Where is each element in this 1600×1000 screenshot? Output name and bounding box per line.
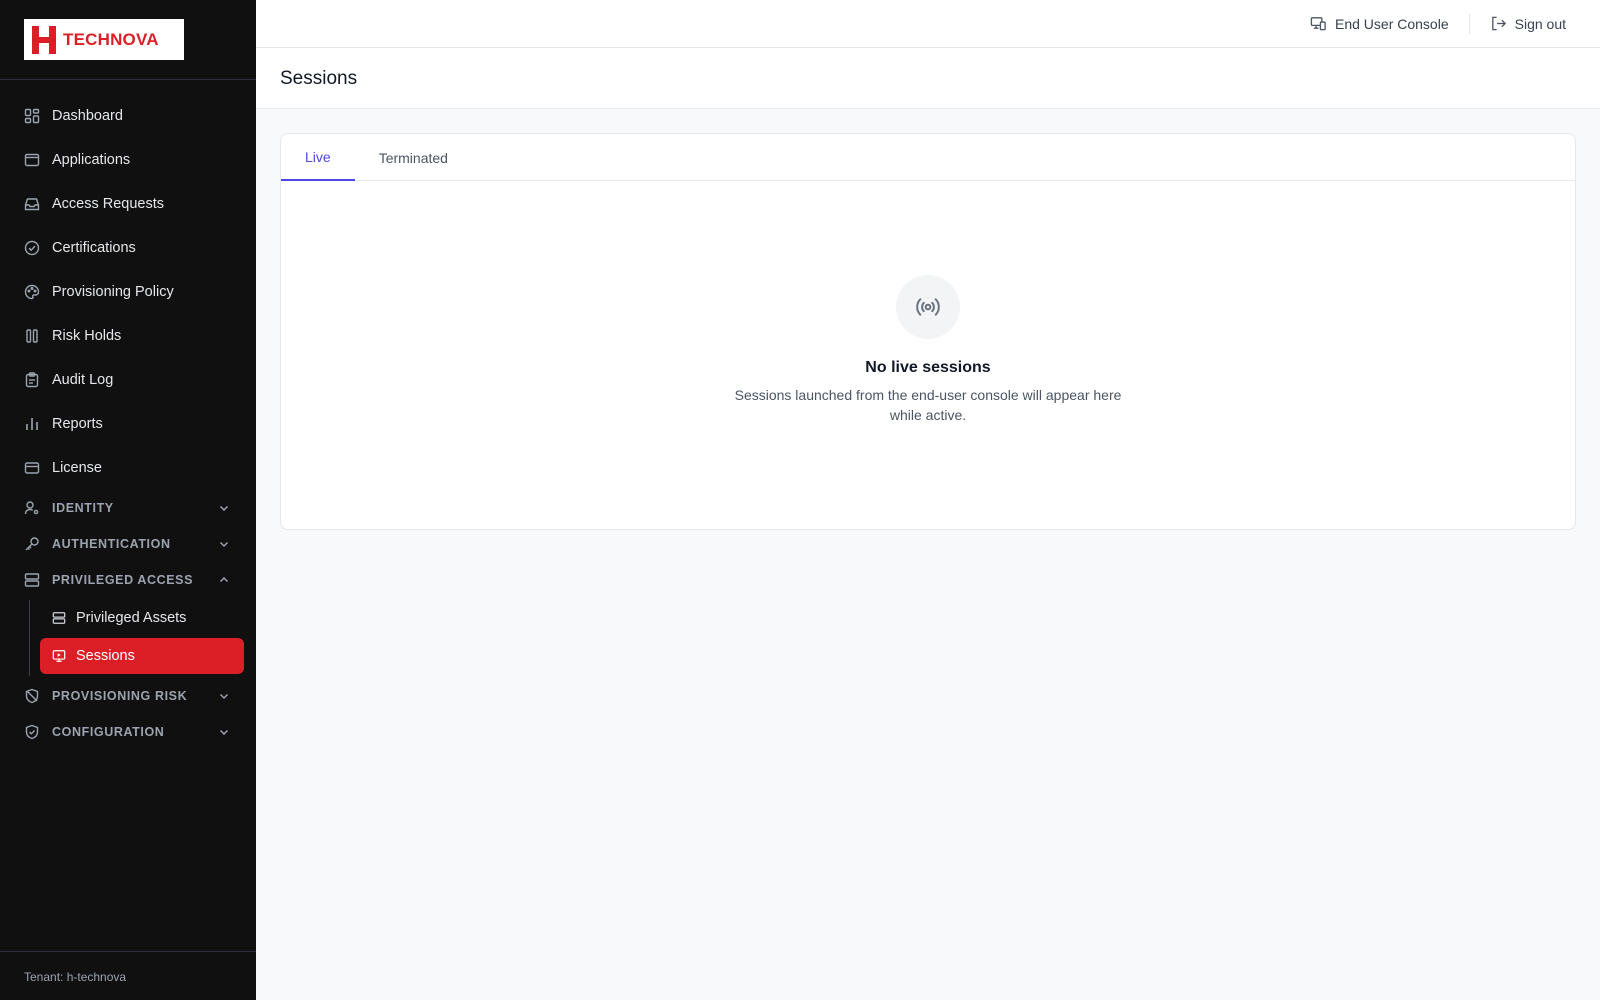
brand-mark-icon xyxy=(32,25,56,54)
tab-terminated[interactable]: Terminated xyxy=(355,134,472,181)
sidebar-item-license[interactable]: License xyxy=(0,446,256,490)
nav-group-label: CONFIGURATION xyxy=(52,725,165,739)
sidebar-item-label: Access Requests xyxy=(52,196,165,212)
chevron-down-icon xyxy=(218,538,230,550)
end-user-console-label: End User Console xyxy=(1335,15,1449,32)
top-bar: End User Console Sign out xyxy=(256,0,1600,48)
nav-group-label: IDENTITY xyxy=(52,501,114,515)
browser-window-icon xyxy=(24,152,40,168)
sidebar-item-label: Privileged Assets xyxy=(76,610,187,626)
chevron-down-icon xyxy=(218,726,230,738)
sidebar-item-label: Audit Log xyxy=(52,372,114,388)
nav-group-label: PROVISIONING RISK xyxy=(52,689,188,703)
sidebar-item-label: Risk Holds xyxy=(52,328,122,344)
nav-group-privileged-access[interactable]: PRIVILEGED ACCESS xyxy=(0,562,256,598)
sidebar-item-label: Sessions xyxy=(76,648,135,664)
shield-check-icon xyxy=(24,724,40,740)
nav-group-label: PRIVILEGED ACCESS xyxy=(52,573,194,587)
sidebar-item-dashboard[interactable]: Dashboard xyxy=(0,94,256,138)
privileged-access-subnav: Privileged Assets Sessions xyxy=(28,598,256,678)
brand-logo[interactable]: TECHNOVA xyxy=(24,19,184,60)
sidebar: TECHNOVA Dashboard Applications Access R… xyxy=(0,0,256,1000)
sidebar-item-reports[interactable]: Reports xyxy=(0,402,256,446)
nav-group-provisioning-risk[interactable]: PROVISIONING RISK xyxy=(0,678,256,714)
sidebar-item-label: Reports xyxy=(52,416,103,432)
page-header: Sessions xyxy=(256,48,1600,109)
sessions-card: Live Terminated No live sessions Session… xyxy=(280,133,1576,530)
nav-group-configuration[interactable]: CONFIGURATION xyxy=(0,714,256,750)
nav-group-identity[interactable]: IDENTITY xyxy=(0,490,256,526)
sign-out-button[interactable]: Sign out xyxy=(1490,15,1566,32)
tab-live[interactable]: Live xyxy=(281,134,355,181)
sidebar-item-label: Applications xyxy=(52,152,131,168)
chevron-up-icon xyxy=(218,574,230,586)
brand-name: TECHNOVA xyxy=(63,29,159,49)
server-icon xyxy=(24,572,40,588)
user-gear-icon xyxy=(24,500,40,516)
sidebar-item-label: Dashboard xyxy=(52,108,123,124)
sidebar-item-access-requests[interactable]: Access Requests xyxy=(0,182,256,226)
devices-icon xyxy=(1310,17,1326,31)
logo-area: TECHNOVA xyxy=(0,0,256,80)
palette-icon xyxy=(24,284,40,300)
nav-group-label: AUTHENTICATION xyxy=(52,537,171,551)
sidebar-item-label: Certifications xyxy=(52,240,136,256)
sidebar-item-applications[interactable]: Applications xyxy=(0,138,256,182)
pause-icon xyxy=(24,328,40,344)
key-icon xyxy=(24,536,40,552)
server-icon xyxy=(52,611,66,625)
sign-out-icon xyxy=(1491,16,1506,31)
sidebar-item-sessions[interactable]: Sessions xyxy=(40,638,244,674)
broadcast-icon xyxy=(896,275,960,339)
clipboard-icon xyxy=(24,372,40,388)
dashboard-icon xyxy=(24,108,40,124)
session-tabs: Live Terminated xyxy=(281,134,1575,181)
page-title: Sessions xyxy=(280,68,358,89)
sidebar-item-risk-holds[interactable]: Risk Holds xyxy=(0,314,256,358)
empty-state-title: No live sessions xyxy=(865,359,991,376)
nav-group-authentication[interactable]: AUTHENTICATION xyxy=(0,526,256,562)
check-circle-icon xyxy=(24,240,40,256)
sign-out-label: Sign out xyxy=(1514,15,1566,32)
tenant-label: Tenant: h-technova xyxy=(0,951,256,1000)
chevron-down-icon xyxy=(218,690,230,702)
sidebar-item-certifications[interactable]: Certifications xyxy=(0,226,256,270)
inbox-icon xyxy=(24,196,40,212)
shield-off-icon xyxy=(24,688,40,704)
credit-card-icon xyxy=(24,460,40,476)
empty-state-description: Sessions launched from the end-user cons… xyxy=(734,387,1122,423)
end-user-console-link[interactable]: End User Console xyxy=(1310,15,1449,32)
sidebar-item-label: Provisioning Policy xyxy=(52,284,174,300)
sidebar-item-provisioning-policy[interactable]: Provisioning Policy xyxy=(0,270,256,314)
sidebar-item-label: License xyxy=(52,460,102,476)
sidebar-item-audit-log[interactable]: Audit Log xyxy=(0,358,256,402)
chevron-down-icon xyxy=(218,502,230,514)
sidebar-item-privileged-assets[interactable]: Privileged Assets xyxy=(40,600,244,636)
monitor-play-icon xyxy=(52,649,66,663)
sidebar-nav: Dashboard Applications Access Requests C… xyxy=(0,80,256,750)
bar-chart-icon xyxy=(24,416,40,432)
topbar-divider xyxy=(1468,13,1470,34)
empty-state: No live sessions Sessions launched from … xyxy=(281,181,1575,425)
